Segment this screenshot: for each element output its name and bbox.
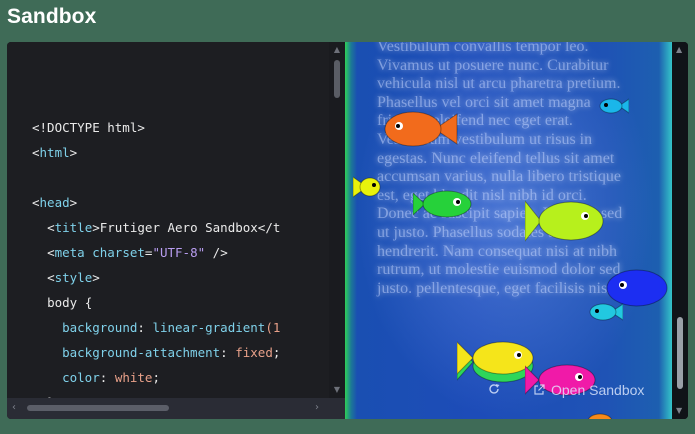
code-editor[interactable]: <!DOCTYPE html> <html> <head> <title>Fruti… (7, 42, 329, 398)
scroll-left-arrow-icon[interactable]: ‹ (12, 403, 16, 413)
code-line[interactable]: <head> (32, 190, 280, 215)
code-token: /> (205, 245, 228, 260)
code-token: : (99, 370, 115, 385)
fish-icon (384, 111, 458, 147)
page-title: Sandbox (7, 5, 97, 28)
code-token: meta (54, 245, 85, 260)
code-token: style (54, 270, 93, 285)
code-token: body (47, 295, 78, 310)
code-line[interactable]: <title>Frutiger Aero Sandbox</t (32, 215, 280, 240)
sandbox-frame: <!DOCTYPE html> <html> <head> <title>Fruti… (7, 42, 688, 419)
scroll-up-arrow-icon[interactable]: ▲ (676, 46, 682, 54)
code-token: <!DOCTYPE html> (32, 120, 145, 135)
code-line[interactable]: background-attachment: fixed; (32, 340, 280, 365)
fish-icon (599, 98, 629, 114)
code-token: < (32, 145, 40, 160)
code-token: : (137, 320, 153, 335)
code-token: < (47, 245, 55, 260)
code-token: < (47, 270, 55, 285)
code-token: "UTF-8" (152, 245, 206, 260)
preview-vertical-scrollbar[interactable]: ▲ ▼ (672, 42, 688, 419)
editor-vertical-scrollbar[interactable]: ▲ ▼ (329, 42, 345, 398)
code-token: >Frutiger Aero Sandbox</t (92, 220, 281, 235)
code-token: < (47, 220, 55, 235)
fish-icon (353, 176, 381, 198)
editor-horizontal-scrollbar[interactable]: ‹ › (7, 398, 345, 419)
code-line[interactable]: background: linear-gradient(1 (32, 315, 280, 340)
code-token: > (69, 195, 78, 210)
preview-text: Vestibulum convallis tempor leo. Vivamus… (377, 42, 623, 297)
scroll-up-arrow-icon[interactable]: ▲ (333, 46, 341, 54)
code-token: (1 (265, 320, 281, 335)
code-token: > (69, 145, 78, 160)
fish-icon (587, 413, 613, 419)
preview-pane[interactable]: Vestibulum convallis tempor leo. Vivamus… (345, 42, 688, 419)
code-token: background-attachment (62, 345, 221, 360)
fish-icon (589, 303, 623, 321)
code-token: > (92, 270, 100, 285)
code-line[interactable] (32, 165, 280, 190)
editor-horizontal-scroll-thumb[interactable] (27, 405, 169, 411)
code-token: ; (272, 345, 281, 360)
code-token: fixed (235, 345, 273, 360)
scroll-right-arrow-icon[interactable]: › (315, 403, 319, 413)
fish-icon (525, 200, 604, 242)
code-line[interactable]: } (32, 390, 280, 398)
open-sandbox-label: Open Sandbox (551, 382, 645, 398)
scroll-down-arrow-icon[interactable]: ▼ (676, 407, 682, 415)
code-token: background (62, 320, 138, 335)
code-token: charset (92, 245, 145, 260)
code-line[interactable]: <html> (32, 140, 280, 165)
code-token: ; (152, 370, 160, 385)
fish-icon (413, 190, 472, 218)
code-token: color (62, 370, 100, 385)
scroll-down-arrow-icon[interactable]: ▼ (333, 386, 341, 394)
external-link-icon (534, 384, 545, 395)
preview-vertical-scroll-thumb[interactable] (677, 317, 683, 389)
editor-vertical-scroll-thumb[interactable] (334, 60, 340, 98)
code-content[interactable]: <!DOCTYPE html> <html> <head> <title>Fruti… (32, 90, 280, 398)
code-token: : (220, 345, 236, 360)
code-token: head (39, 195, 70, 210)
code-line[interactable]: body { (32, 290, 280, 315)
code-token: html (39, 145, 70, 160)
refresh-icon[interactable] (487, 382, 501, 396)
code-token: white (114, 370, 153, 385)
code-line[interactable]: <meta charset="UTF-8" /> (32, 240, 280, 265)
code-line[interactable] (32, 90, 280, 115)
code-line[interactable]: color: white; (32, 365, 280, 390)
code-token: < (32, 195, 40, 210)
code-line[interactable]: <style> (32, 265, 280, 290)
code-token: { (77, 295, 93, 310)
code-token: title (54, 220, 93, 235)
code-token: linear-gradient (152, 320, 266, 335)
open-sandbox-link[interactable]: Open Sandbox (533, 382, 644, 398)
code-line[interactable]: <!DOCTYPE html> (32, 115, 280, 140)
